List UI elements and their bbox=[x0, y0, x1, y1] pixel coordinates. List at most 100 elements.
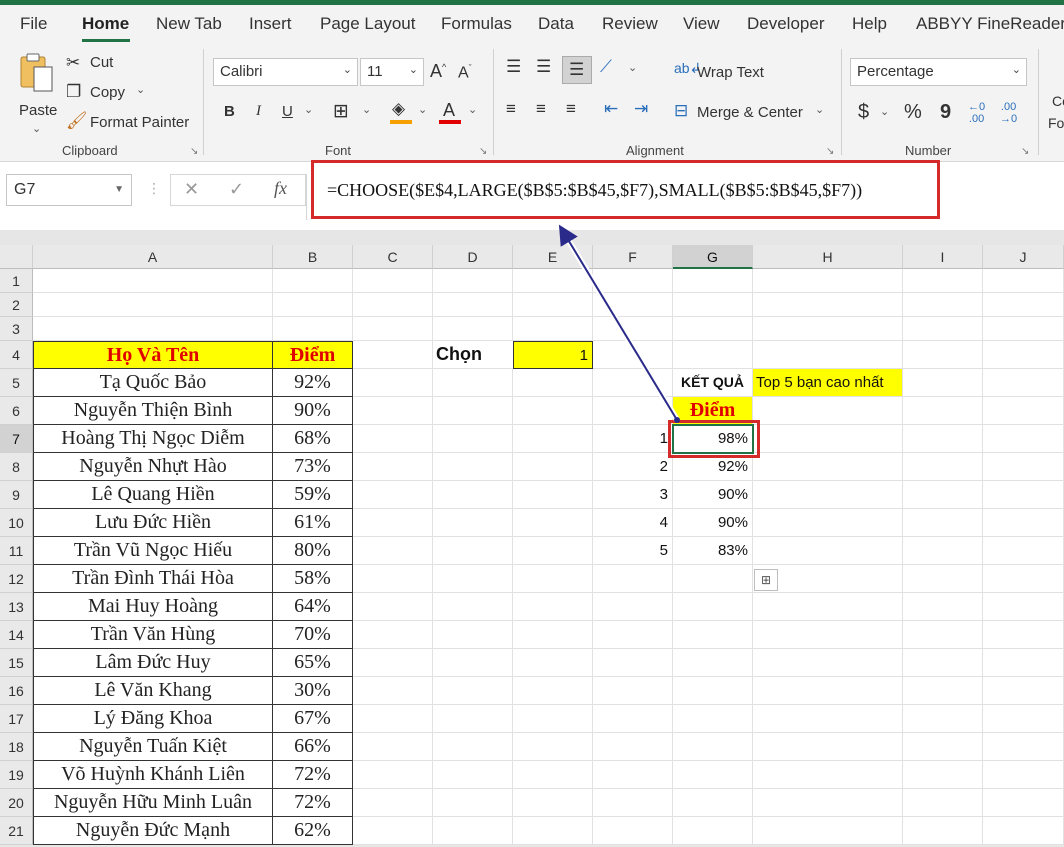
cell[interactable] bbox=[353, 537, 433, 565]
rank-cell[interactable]: 4 bbox=[593, 509, 673, 537]
tab-view[interactable]: View bbox=[683, 14, 720, 34]
cell[interactable] bbox=[353, 593, 433, 621]
row-header-21[interactable]: 21 bbox=[0, 817, 33, 845]
borders-dropdown-icon[interactable]: ⌄ bbox=[362, 103, 371, 116]
align-middle-icon[interactable]: ☰ bbox=[536, 57, 551, 77]
format-as-table-button[interactable]: Fo bbox=[1048, 115, 1064, 131]
cell[interactable] bbox=[983, 593, 1064, 621]
row-header-10[interactable]: 10 bbox=[0, 509, 33, 537]
row-header-16[interactable]: 16 bbox=[0, 677, 33, 705]
cell[interactable] bbox=[513, 705, 593, 733]
cell[interactable] bbox=[513, 509, 593, 537]
row-header-1[interactable]: 1 bbox=[0, 269, 33, 293]
cell[interactable] bbox=[903, 425, 983, 453]
cell[interactable] bbox=[433, 817, 513, 845]
cell[interactable] bbox=[513, 733, 593, 761]
format-painter-button[interactable]: Format Painter bbox=[90, 114, 189, 131]
table-row-score[interactable]: 67% bbox=[273, 705, 353, 733]
cell[interactable] bbox=[903, 537, 983, 565]
cell[interactable] bbox=[433, 677, 513, 705]
cell[interactable] bbox=[513, 397, 593, 425]
cell[interactable] bbox=[513, 453, 593, 481]
tab-file[interactable]: File bbox=[20, 14, 47, 34]
cell[interactable] bbox=[593, 593, 673, 621]
tab-insert[interactable]: Insert bbox=[249, 14, 292, 34]
bold-button[interactable]: B bbox=[224, 103, 235, 120]
cell[interactable] bbox=[753, 453, 903, 481]
table-row-score[interactable]: 30% bbox=[273, 677, 353, 705]
row-header-12[interactable]: 12 bbox=[0, 565, 33, 593]
cell[interactable] bbox=[273, 317, 353, 341]
tab-page-layout[interactable]: Page Layout bbox=[320, 14, 415, 34]
cell[interactable] bbox=[983, 537, 1064, 565]
cell[interactable] bbox=[353, 453, 433, 481]
cell[interactable] bbox=[433, 481, 513, 509]
cell[interactable] bbox=[753, 537, 903, 565]
orientation-dropdown-icon[interactable]: ⌄ bbox=[628, 61, 637, 74]
cell[interactable] bbox=[903, 509, 983, 537]
font-color-icon[interactable]: A bbox=[443, 100, 455, 121]
cell[interactable] bbox=[513, 293, 593, 317]
row-header-9[interactable]: 9 bbox=[0, 481, 33, 509]
rank-cell[interactable]: 3 bbox=[593, 481, 673, 509]
font-size-select[interactable]: 11 ⌄ bbox=[360, 58, 424, 86]
cell[interactable] bbox=[903, 761, 983, 789]
decrease-decimal-icon[interactable]: .00 →0 bbox=[1000, 101, 1017, 125]
table-row-score[interactable]: 65% bbox=[273, 649, 353, 677]
decrease-font-size-button[interactable]: Aˇ bbox=[458, 63, 472, 82]
cell[interactable] bbox=[593, 317, 673, 341]
table-header-score[interactable]: Điểm bbox=[273, 341, 353, 369]
table-row-name[interactable]: Trần Vũ Ngọc Hiếu bbox=[33, 537, 273, 565]
cell[interactable] bbox=[673, 649, 753, 677]
cell[interactable] bbox=[983, 425, 1064, 453]
cell[interactable] bbox=[433, 425, 513, 453]
table-row-score[interactable]: 62% bbox=[273, 817, 353, 845]
cell[interactable] bbox=[753, 397, 903, 425]
cell[interactable] bbox=[753, 425, 903, 453]
cell[interactable] bbox=[983, 269, 1064, 293]
increase-font-size-button[interactable]: A^ bbox=[430, 61, 446, 82]
table-row-name[interactable]: Trần Đình Thái Hòa bbox=[33, 565, 273, 593]
cell[interactable] bbox=[353, 425, 433, 453]
table-row-score[interactable]: 90% bbox=[273, 397, 353, 425]
cell[interactable] bbox=[593, 817, 673, 845]
column-header-e[interactable]: E bbox=[513, 245, 593, 269]
cell[interactable] bbox=[353, 317, 433, 341]
orientation-icon[interactable]: ⟋ bbox=[600, 57, 612, 77]
table-row-name[interactable]: Lưu Đức Hiền bbox=[33, 509, 273, 537]
cell[interactable] bbox=[983, 293, 1064, 317]
table-row-score[interactable]: 59% bbox=[273, 481, 353, 509]
cancel-icon[interactable]: ✕ bbox=[184, 179, 199, 200]
cell[interactable] bbox=[753, 705, 903, 733]
table-row-name[interactable]: Trần Văn Hùng bbox=[33, 621, 273, 649]
table-row-score[interactable]: 72% bbox=[273, 761, 353, 789]
cell[interactable] bbox=[903, 397, 983, 425]
cell[interactable] bbox=[33, 293, 273, 317]
row-header-17[interactable]: 17 bbox=[0, 705, 33, 733]
table-row-name[interactable]: Tạ Quốc Bảo bbox=[33, 369, 273, 397]
cell[interactable] bbox=[983, 817, 1064, 845]
cell[interactable] bbox=[513, 817, 593, 845]
fill-color-dropdown-icon[interactable]: ⌄ bbox=[418, 103, 427, 116]
paste-dropdown-icon[interactable]: ⌄ bbox=[32, 122, 41, 135]
cell[interactable] bbox=[513, 481, 593, 509]
cell[interactable] bbox=[673, 565, 753, 593]
table-row-name[interactable]: Nguyễn Thiện Bình bbox=[33, 397, 273, 425]
tab-help[interactable]: Help bbox=[852, 14, 887, 34]
column-header-i[interactable]: I bbox=[903, 245, 983, 269]
row-header-20[interactable]: 20 bbox=[0, 789, 33, 817]
cell[interactable] bbox=[513, 269, 593, 293]
cell[interactable] bbox=[753, 677, 903, 705]
cell[interactable] bbox=[433, 761, 513, 789]
cell[interactable] bbox=[983, 509, 1064, 537]
table-row-score[interactable]: 92% bbox=[273, 369, 353, 397]
cell[interactable] bbox=[433, 621, 513, 649]
cell[interactable] bbox=[593, 733, 673, 761]
cell[interactable] bbox=[903, 817, 983, 845]
cell[interactable] bbox=[753, 817, 903, 845]
table-row-name[interactable]: Nguyễn Nhựt Hào bbox=[33, 453, 273, 481]
row-header-18[interactable]: 18 bbox=[0, 733, 33, 761]
column-header-d[interactable]: D bbox=[433, 245, 513, 269]
cell[interactable] bbox=[353, 705, 433, 733]
font-name-select[interactable]: Calibri ⌄ bbox=[213, 58, 358, 86]
